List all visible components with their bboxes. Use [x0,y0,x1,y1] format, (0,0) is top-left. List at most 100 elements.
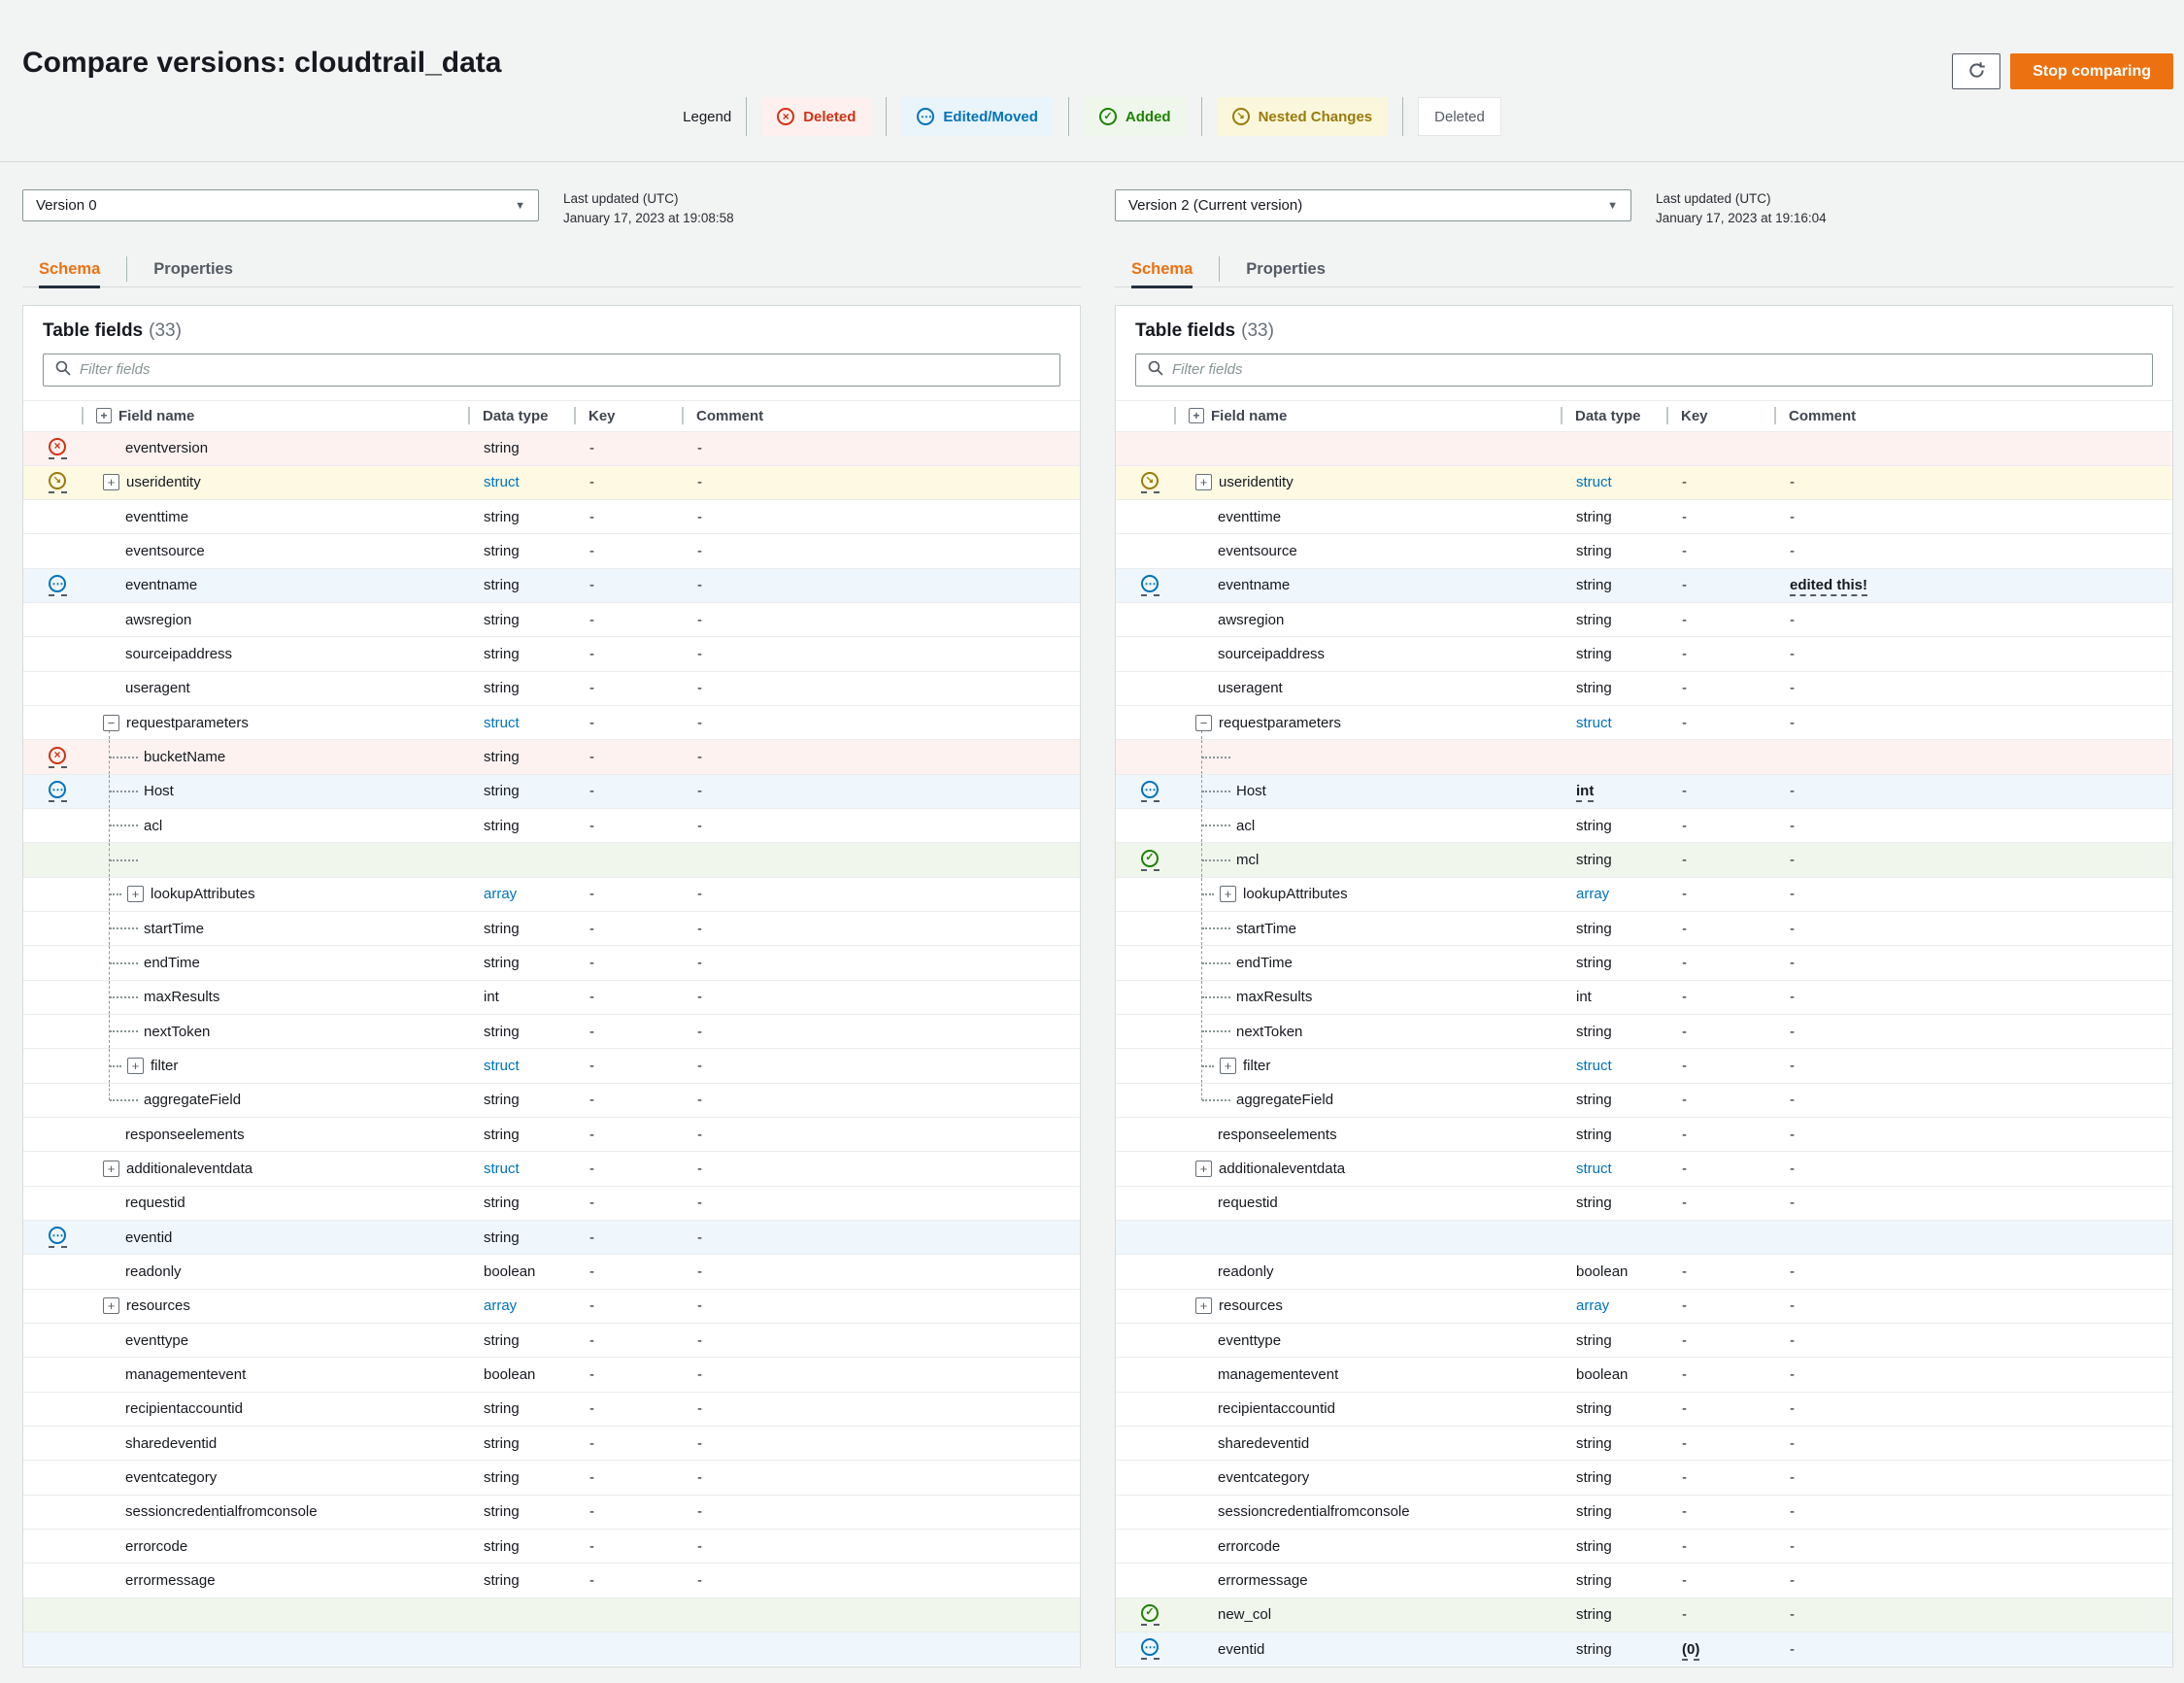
expand-toggle[interactable]: + [103,1297,119,1315]
deleted-icon[interactable]: × [49,746,66,764]
key-value-cell: - [1666,852,1774,868]
field-name-cell: sessioncredentialfromconsole [82,1503,468,1520]
field-name: recipientaccountid [1218,1400,1335,1418]
key-value: - [1682,1126,1687,1143]
data-type-cell: string [468,783,574,799]
row-status-cell: ⋯ [1116,1638,1174,1661]
comment-value-cell: - [682,1058,1080,1074]
refresh-button[interactable] [1952,53,2001,89]
version-select[interactable]: Version 0 ▼ [22,189,539,221]
tab-schema[interactable]: Schema [1131,252,1193,288]
edited-icon[interactable]: ⋯ [49,1227,66,1245]
edited-icon[interactable]: ⋯ [1141,574,1159,592]
edited-icon[interactable]: ⋯ [1141,1638,1159,1657]
key-value: - [589,886,594,903]
key-value-cell: - [574,921,682,937]
table-row: managementevent boolean - - [1116,1358,2172,1393]
legend-divider [1067,97,1069,136]
key-value[interactable]: (0) [1682,1640,1700,1661]
legend-item-label: Deleted [1434,108,1485,125]
filter-input[interactable] [1172,361,2141,378]
comment-value-cell: - [682,1366,1080,1383]
legend-item-label: Deleted [803,108,857,125]
data-type: string [484,646,520,663]
expand-toggle[interactable]: + [1195,474,1212,491]
comment-value: - [1790,543,1795,560]
data-type[interactable]: int [1576,783,1595,803]
data-type[interactable]: struct [1576,1058,1612,1074]
field-name: sourceipaddress [125,646,233,663]
data-type[interactable]: array [1576,886,1609,902]
key-value: - [589,1571,594,1589]
expand-toggle[interactable]: + [127,886,144,903]
comment-value-cell: - [682,474,1080,490]
data-type[interactable]: array [1576,1297,1609,1314]
key-value: - [1682,1400,1687,1418]
comment-value: - [1790,886,1795,903]
expand-toggle[interactable]: + [1195,1297,1212,1315]
edited-icon[interactable]: ⋯ [49,780,66,798]
stop-comparing-button[interactable]: Stop comparing [2010,53,2173,89]
table-row: awsregion string - - [1116,603,2172,638]
tab-properties[interactable]: Properties [1246,252,1326,286]
expand-toggle[interactable]: + [103,474,119,491]
collapse-toggle[interactable]: − [1195,714,1212,731]
tab-schema[interactable]: Schema [39,252,101,288]
key-value: - [589,474,594,491]
comment-value: - [1790,508,1795,525]
field-name: eventtime [1218,508,1282,525]
data-type[interactable]: struct [1576,715,1612,731]
data-type[interactable]: struct [484,715,520,731]
field-name: new_col [1218,1606,1272,1624]
key-value: - [1682,1058,1687,1075]
data-type[interactable]: struct [1576,474,1612,490]
expand-toggle[interactable]: + [1220,1058,1236,1075]
comment-value-cell: - [682,1127,1080,1143]
comment-value-cell: - [682,1435,1080,1452]
table-row: startTime string - - [23,912,1080,947]
expand-toggle[interactable]: + [127,1058,144,1075]
key-value-cell: - [574,715,682,731]
filter-input[interactable] [80,361,1049,378]
expand-toggle[interactable]: + [1220,886,1236,903]
data-type[interactable]: struct [484,1161,520,1177]
data-type: string [1576,680,1612,697]
collapse-toggle[interactable]: − [103,714,119,731]
key-value: - [589,543,594,560]
tab-properties[interactable]: Properties [153,252,233,286]
key-value-cell: - [574,1366,682,1383]
version-select-value: Version 0 [36,197,97,214]
field-name-cell: + filter [82,1058,468,1075]
nested-icon[interactable]: ↘ [1141,471,1159,489]
field-name: filter [151,1058,179,1075]
expand-toggle[interactable]: + [1195,1161,1212,1178]
data-type-cell: struct [1561,715,1666,731]
data-type[interactable]: struct [484,1058,520,1074]
edited-icon[interactable]: ⋯ [1141,780,1159,798]
added-icon[interactable]: ✓ [1141,849,1159,867]
deleted-icon[interactable]: × [49,437,66,455]
nested-icon[interactable]: ↘ [49,471,66,489]
header-actions: Stop comparing [1952,53,2173,89]
legend-divider [886,97,888,136]
added-icon[interactable]: ✓ [1141,1603,1159,1622]
version-select[interactable]: Version 2 (Current version) ▼ [1115,189,1631,221]
key-value-cell: - [574,1092,682,1108]
comment-value[interactable]: edited this! [1790,577,1868,597]
data-type-cell: string [468,509,574,525]
data-type[interactable]: array [484,1297,517,1314]
row-status-cell: ⋯ [23,1227,82,1249]
comment-value: - [697,543,702,560]
nested-icon: ↘ [1231,108,1250,125]
data-type: string [484,1023,520,1040]
data-type[interactable]: struct [484,474,520,490]
comment-value: - [697,1229,702,1246]
comment-value-cell: - [1774,1572,2172,1589]
expand-toggle[interactable]: + [103,1161,119,1178]
field-name: responseelements [125,1126,245,1143]
table-row: eventtime string - - [1116,500,2172,535]
key-value: - [1682,611,1687,628]
edited-icon[interactable]: ⋯ [49,574,66,592]
data-type[interactable]: struct [1576,1161,1612,1177]
data-type[interactable]: array [484,886,517,902]
